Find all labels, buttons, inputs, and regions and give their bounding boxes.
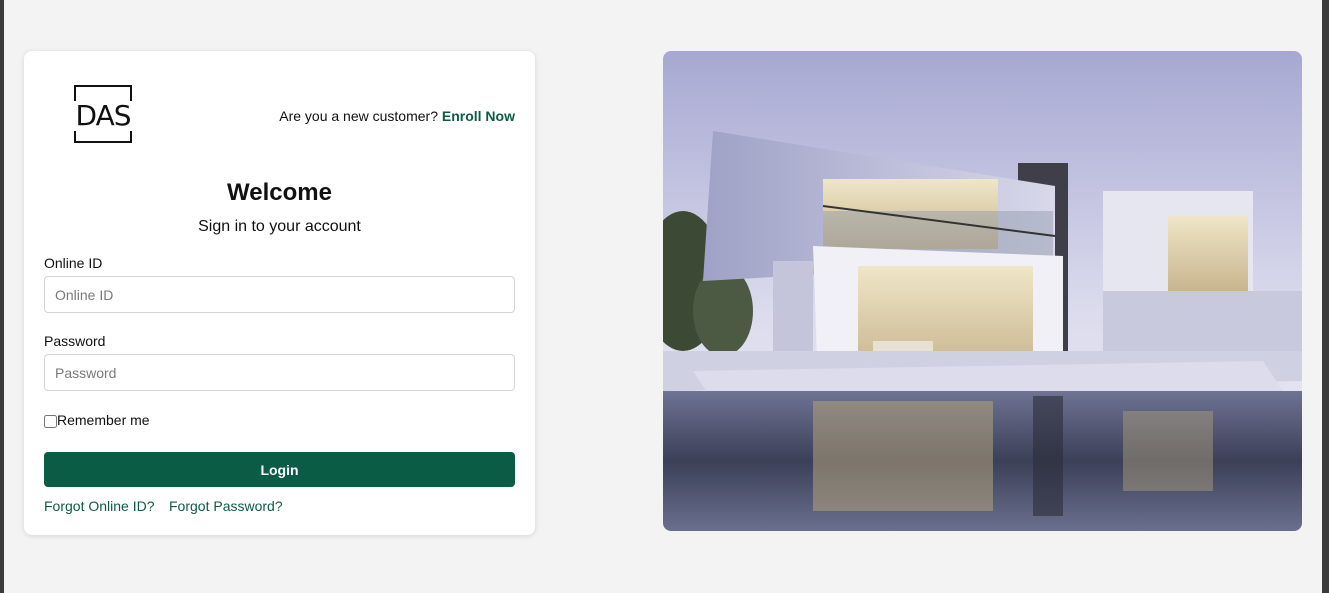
online-id-input[interactable] (44, 276, 515, 313)
page-title: Welcome (227, 179, 332, 206)
enroll-prompt-text: Are you a new customer? (279, 108, 438, 124)
remember-me-checkbox[interactable] (44, 415, 57, 428)
login-card: DAS Are you a new customer? Enroll Now W… (24, 51, 535, 535)
online-id-label: Online ID (44, 255, 103, 271)
hero-image (663, 51, 1302, 531)
page-viewport: DAS Are you a new customer? Enroll Now W… (4, 0, 1322, 593)
modern-house-photo-icon (663, 51, 1302, 531)
remember-me[interactable]: Remember me (44, 411, 150, 428)
page-subtitle: Sign in to your account (198, 218, 361, 235)
das-logo: DAS (73, 85, 133, 143)
enroll-prompt: Are you a new customer? Enroll Now (279, 108, 515, 124)
forgot-password-link[interactable]: Forgot Password? (169, 498, 283, 514)
forgot-online-id-link[interactable]: Forgot Online ID? (44, 498, 155, 514)
enroll-now-link[interactable]: Enroll Now (442, 108, 515, 124)
logo-text: DAS (73, 101, 133, 131)
password-label: Password (44, 333, 106, 349)
login-button[interactable]: Login (44, 452, 515, 487)
remember-me-label: Remember me (57, 411, 150, 428)
password-input[interactable] (44, 354, 515, 391)
